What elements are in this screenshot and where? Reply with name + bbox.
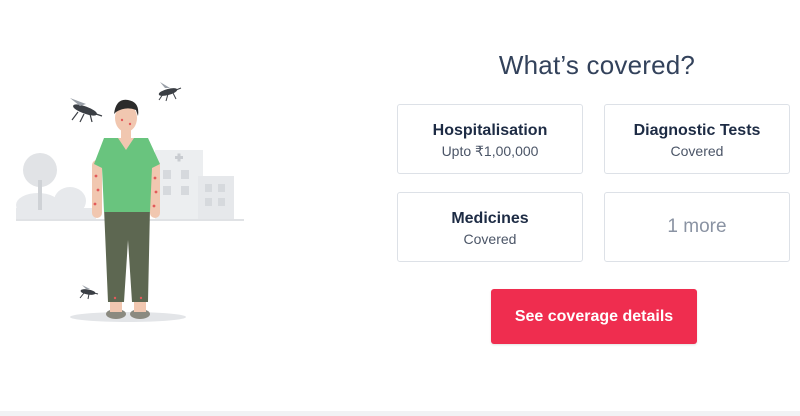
mosquito-icon — [158, 82, 182, 102]
card-subtitle: Covered — [670, 143, 724, 159]
card-title: Diagnostic Tests — [633, 122, 761, 139]
person-icon — [92, 99, 160, 319]
ground-shadow — [70, 312, 186, 322]
mosquito-icon — [79, 285, 99, 300]
coverage-heading: What’s covered? — [498, 50, 696, 80]
card-subtitle: Covered — [463, 231, 517, 247]
see-coverage-details-button[interactable]: See coverage details — [491, 289, 697, 344]
card-title: Hospitalisation — [432, 122, 548, 139]
bush-shapes — [16, 187, 96, 220]
card-subtitle: Upto ₹1,00,000 — [441, 143, 539, 159]
coverage-card-diagnostic-tests[interactable]: Diagnostic Tests Covered — [604, 104, 790, 174]
mosquito-icon — [70, 98, 103, 123]
coverage-card-hospitalisation[interactable]: Hospitalisation Upto ₹1,00,000 — [397, 104, 583, 174]
coverage-card-more[interactable]: 1 more — [604, 192, 790, 262]
card-title: Medicines — [451, 210, 529, 227]
bottom-divider — [0, 411, 800, 416]
more-label: 1 more — [667, 216, 727, 237]
coverage-card-medicines[interactable]: Medicines Covered — [397, 192, 583, 262]
disease-illustration — [16, 82, 244, 322]
